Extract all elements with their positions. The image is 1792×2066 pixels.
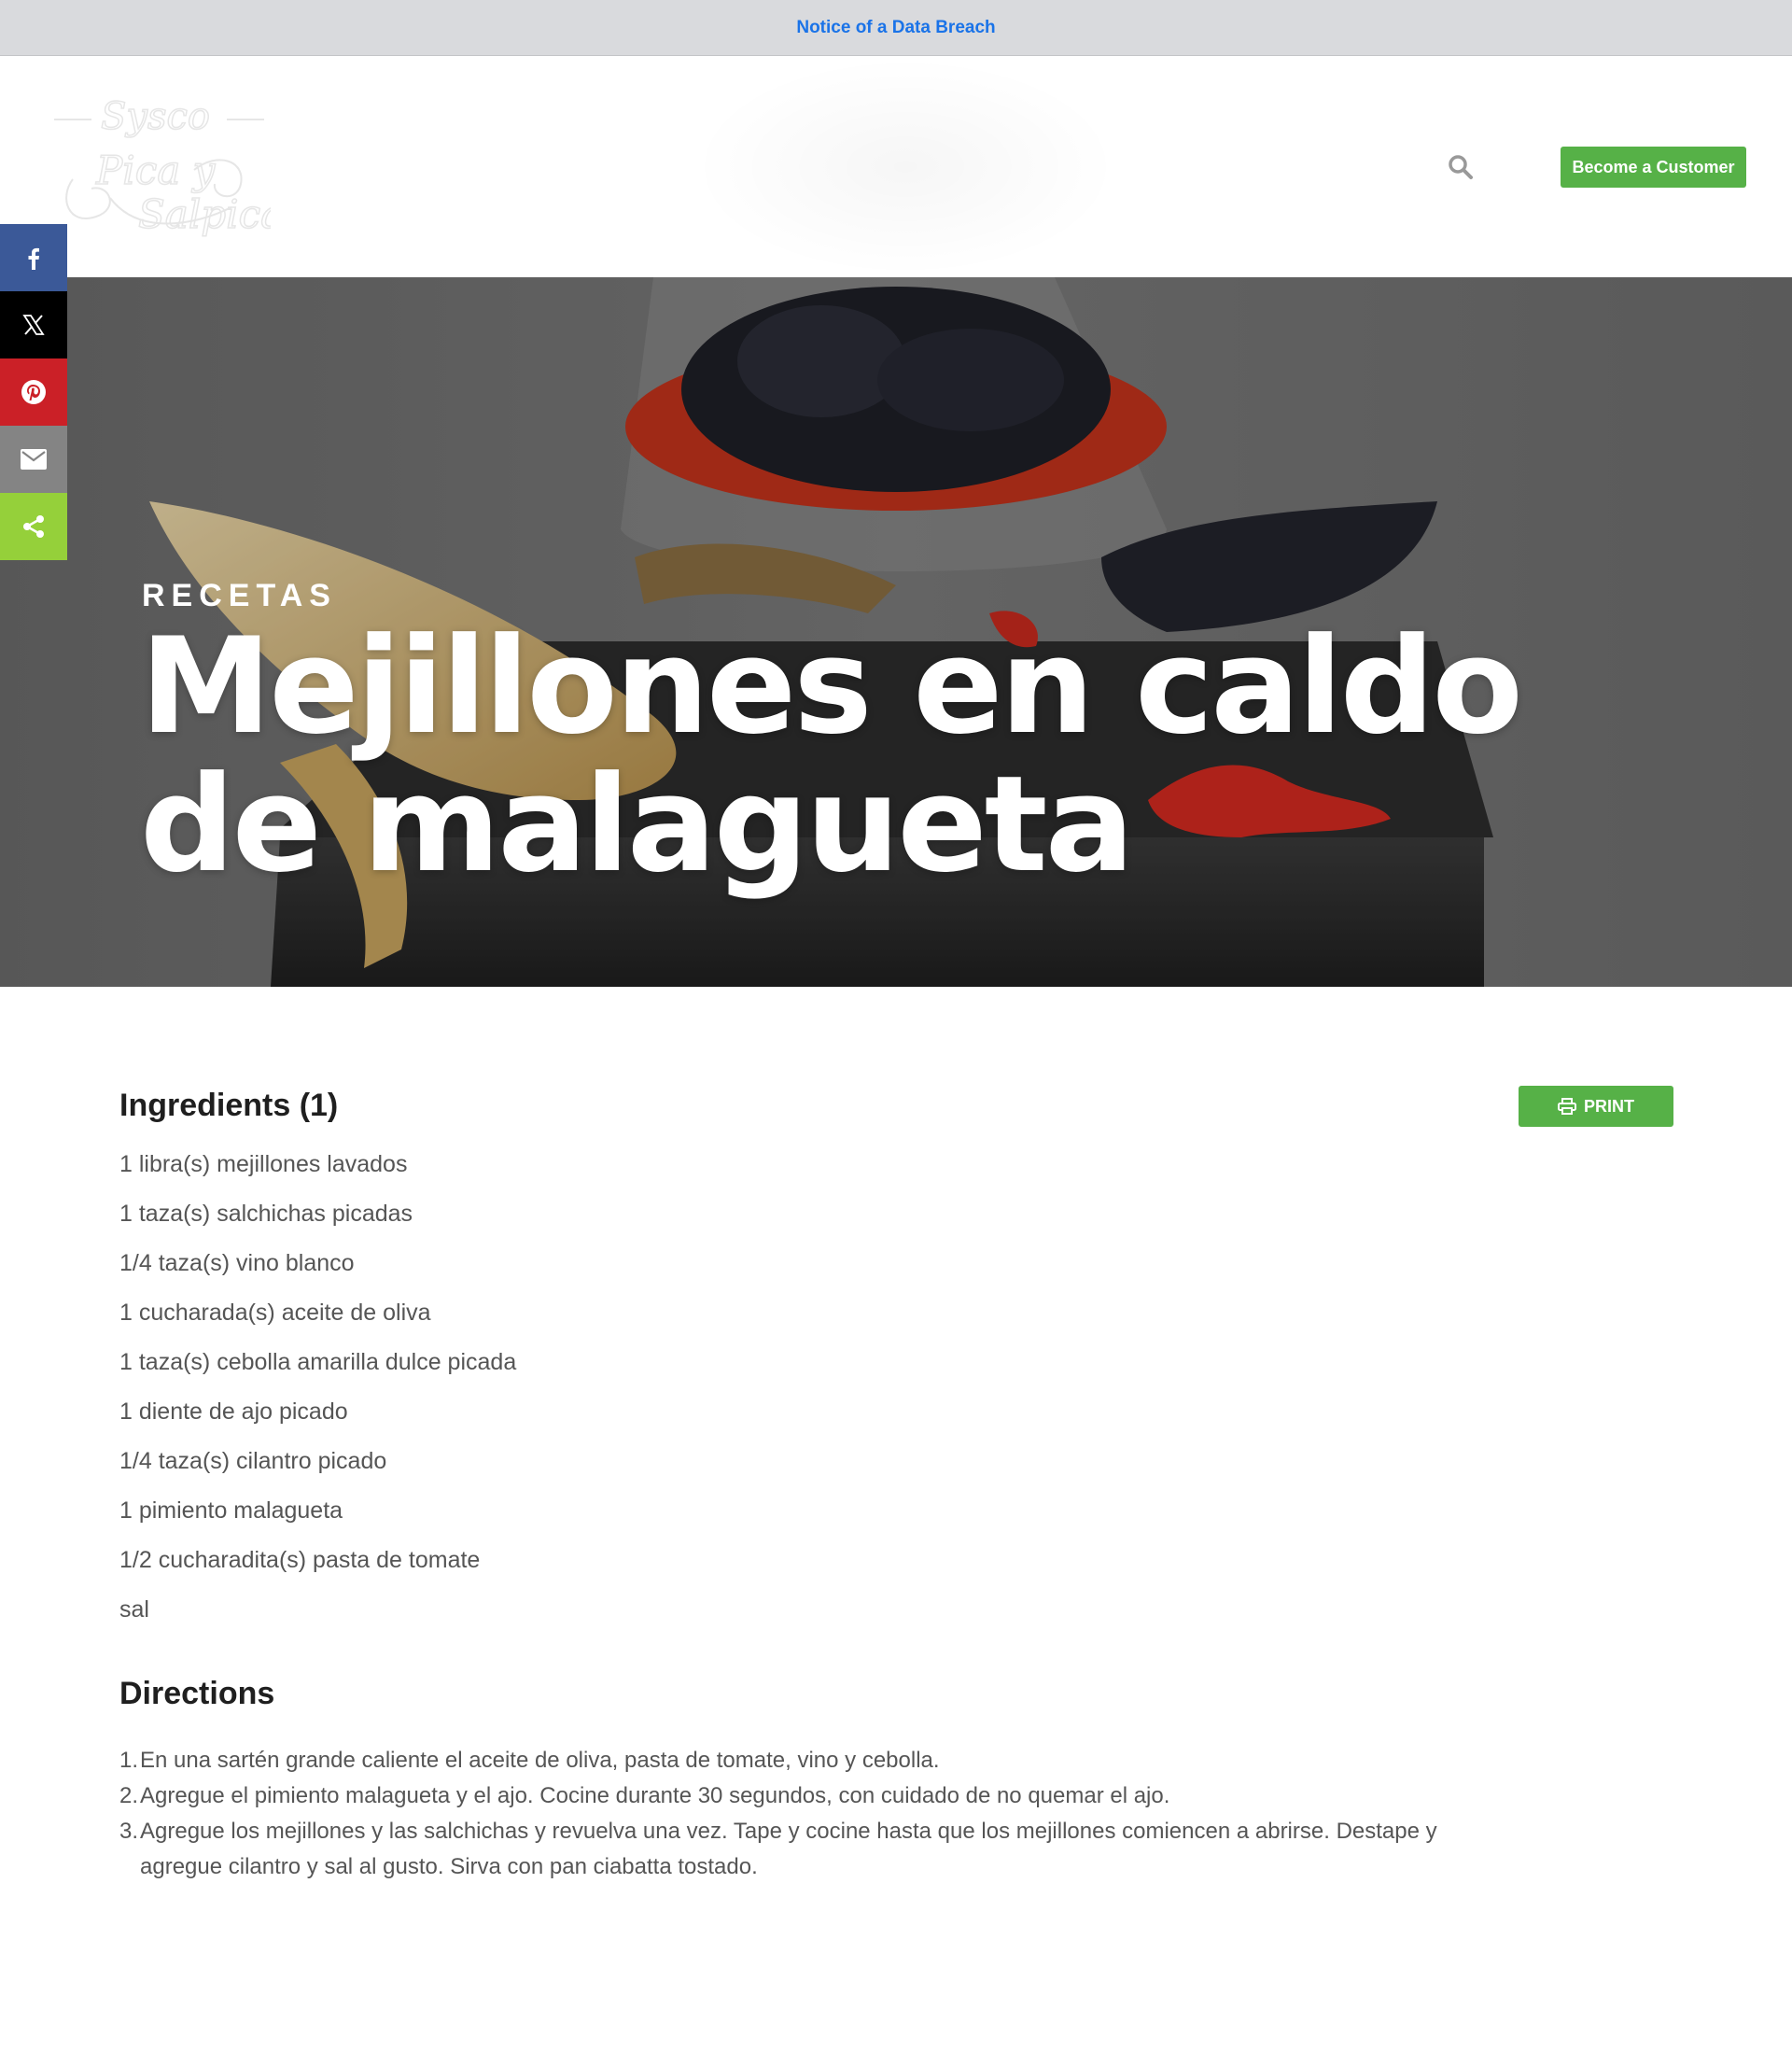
hero-banner: RECETAS Mejillones en caldo de malagueta <box>0 277 1792 987</box>
svg-text:Pica y: Pica y <box>95 148 217 193</box>
step-text: En una sartén grande caliente el aceite … <box>140 1748 940 1773</box>
ingredient-item: 1/4 taza(s) cilantro picado <box>119 1448 387 1474</box>
step-text: Agregue el pimiento malagueta y el ajo. … <box>140 1783 1170 1808</box>
share-facebook-button[interactable] <box>0 224 67 291</box>
share-icon <box>23 515 44 538</box>
ingredients-heading: Ingredients (1) <box>119 1088 339 1123</box>
step-text: Agregue los mejillones y las salchichas … <box>140 1819 1437 1879</box>
svg-text:Salpica: Salpica <box>138 191 271 237</box>
ingredient-item: 1 libra(s) mejillones lavados <box>119 1151 408 1177</box>
become-customer-button[interactable]: Become a Customer <box>1561 147 1746 188</box>
directions-heading: Directions <box>119 1676 275 1711</box>
step-number: 1. <box>119 1748 139 1773</box>
ingredient-item: 1/2 cucharadita(s) pasta de tomate <box>119 1547 481 1573</box>
step-number: 2. <box>119 1783 139 1808</box>
site-header: Sysco Pica y Salpica Become a Customer <box>0 56 1792 277</box>
step-number: 3. <box>119 1819 139 1844</box>
recipe-title: Mejillones en caldo de malagueta <box>140 610 1523 902</box>
search-icon <box>1449 155 1473 179</box>
sysco-logo-icon: Sysco Pica y Salpica <box>54 94 285 238</box>
social-share-bar <box>0 224 67 560</box>
direction-step: 1. En una sartén grande caliente el acei… <box>119 1743 1519 1778</box>
share-pinterest-button[interactable] <box>0 358 67 426</box>
header-background-image <box>691 56 1120 277</box>
directions-list: 1. En una sartén grande caliente el acei… <box>119 1743 1519 1885</box>
print-button[interactable]: PRINT <box>1519 1086 1673 1127</box>
notice-bar: Notice of a Data Breach <box>0 0 1792 56</box>
printer-icon <box>1558 1098 1576 1115</box>
direction-step: 3. Agregue los mejillones y las salchich… <box>119 1814 1519 1885</box>
x-icon <box>22 315 45 335</box>
ingredient-item: 1 taza(s) salchichas picadas <box>119 1201 413 1227</box>
direction-step: 2. Agregue el pimiento malagueta y el aj… <box>119 1778 1519 1814</box>
ingredient-item: 1 cucharada(s) aceite de oliva <box>119 1300 431 1326</box>
ingredients-list: 1 libra(s) mejillones lavados 1 taza(s) … <box>119 1150 516 1645</box>
search-button[interactable] <box>1443 149 1478 185</box>
pinterest-icon <box>21 380 46 404</box>
share-email-button[interactable] <box>0 426 67 493</box>
ingredient-item: sal <box>119 1596 149 1623</box>
site-logo[interactable]: Sysco Pica y Salpica <box>54 94 285 240</box>
svg-text:Sysco: Sysco <box>101 95 210 138</box>
print-label: PRINT <box>1584 1096 1634 1116</box>
ingredient-item: 1/4 taza(s) vino blanco <box>119 1250 355 1276</box>
share-more-button[interactable] <box>0 493 67 560</box>
ingredient-item: 1 diente de ajo picado <box>119 1398 348 1425</box>
ingredient-item: 1 taza(s) cebolla amarilla dulce picada <box>119 1349 517 1375</box>
ingredient-item: 1 pimiento malagueta <box>119 1497 343 1524</box>
data-breach-notice-link[interactable]: Notice of a Data Breach <box>796 18 995 38</box>
email-icon <box>21 449 47 470</box>
share-x-button[interactable] <box>0 291 67 358</box>
facebook-icon <box>28 247 39 270</box>
